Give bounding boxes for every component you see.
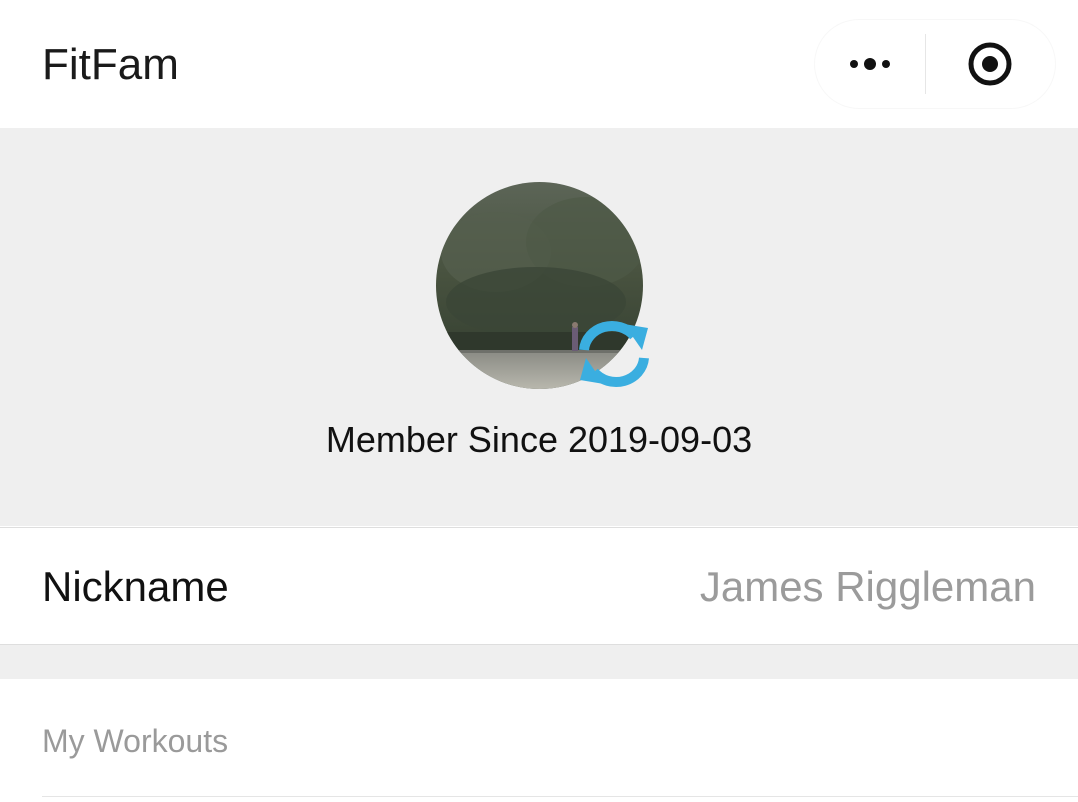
mini-program-capsule xyxy=(815,20,1055,108)
more-dot-right xyxy=(882,60,890,68)
member-since-text: Member Since 2019-09-03 xyxy=(325,419,753,460)
more-dot-center xyxy=(864,58,876,70)
more-dots-icon xyxy=(850,60,858,68)
top-bar: FitFam xyxy=(0,0,1078,128)
my-workouts-section: My Workouts xyxy=(0,679,1078,799)
capsule-divider xyxy=(925,34,926,94)
my-workouts-title: My Workouts xyxy=(42,723,229,759)
section-gap xyxy=(0,645,1078,679)
target-icon xyxy=(968,42,1012,86)
profile-page: FitFam Member Since 2019-09-03 Nickname … xyxy=(0,0,1078,802)
nickname-label: Nickname xyxy=(42,563,229,610)
app-title: FitFam xyxy=(42,40,179,89)
nickname-row[interactable]: Nickname James Riggleman xyxy=(0,527,1078,645)
nickname-value: James Riggleman xyxy=(699,563,1036,610)
section-divider xyxy=(42,796,1078,797)
close-button[interactable] xyxy=(945,20,1035,108)
refresh-icon[interactable] xyxy=(576,320,652,388)
profile-header: Member Since 2019-09-03 xyxy=(0,128,1078,526)
more-button[interactable] xyxy=(815,20,925,108)
